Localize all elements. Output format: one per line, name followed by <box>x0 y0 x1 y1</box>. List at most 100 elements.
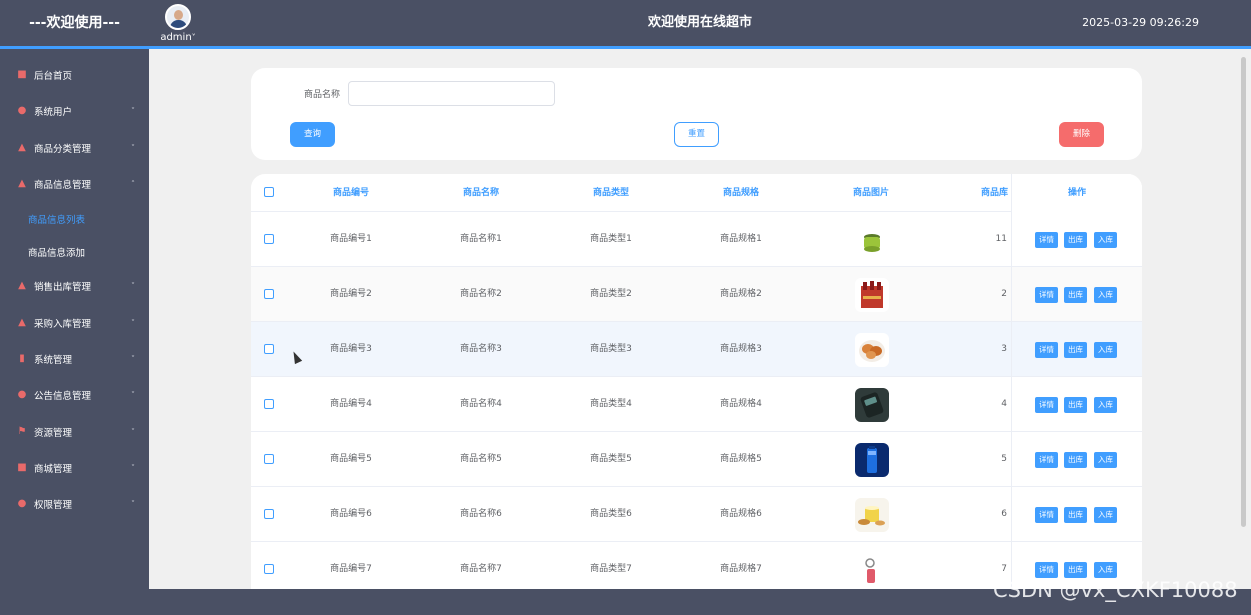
select-all-checkbox[interactable] <box>264 187 274 197</box>
table-row[interactable]: 商品编号3 商品名称3 商品类型3 商品规格3 3 详情 出库 入库 <box>251 322 1142 377</box>
avatar[interactable] <box>165 4 191 30</box>
sidebar-item-permission-mgmt[interactable]: ● 权限管理 ˅ <box>0 486 149 522</box>
sidebar-item-label: 采购入库管理 <box>34 318 92 330</box>
cell-type: 商品类型2 <box>590 289 632 299</box>
user-icon: ● <box>17 498 27 510</box>
sidebar-item-label: 权限管理 <box>34 500 73 512</box>
sidebar-item-label: 后台首页 <box>34 71 73 83</box>
column-header[interactable]: 商品名称 <box>421 174 541 212</box>
cell-type: 商品类型1 <box>590 234 632 244</box>
cell-code: 商品编号7 <box>330 564 372 574</box>
product-image[interactable] <box>855 223 889 257</box>
search-label: 商品名称 <box>304 90 341 100</box>
column-header[interactable]: 商品图片 <box>811 174 931 212</box>
monitor-icon: ■ <box>17 461 27 473</box>
cell-type: 商品类型5 <box>590 454 632 464</box>
reset-button[interactable]: 重置 <box>674 122 719 147</box>
row-checkbox[interactable] <box>264 289 274 299</box>
cell-stock: 6 <box>1001 509 1007 519</box>
username-label[interactable]: admin˅ <box>160 32 196 43</box>
cell-name: 商品名称6 <box>460 509 502 519</box>
cell-type: 商品类型4 <box>590 399 632 409</box>
table-row[interactable]: 商品编号2 商品名称2 商品类型2 商品规格2 2 详情 出库 入库 <box>251 267 1142 322</box>
chevron-down-icon: ˅ <box>131 106 135 116</box>
cell-stock: 4 <box>1001 399 1007 409</box>
sidebar-item-label: 资源管理 <box>34 427 73 439</box>
username-text: admin <box>160 32 192 43</box>
sidebar-item-label: 商城管理 <box>34 463 73 475</box>
caret-down-icon: ˅ <box>191 33 196 42</box>
user-menu[interactable]: admin˅ <box>160 4 196 43</box>
product-image[interactable] <box>855 553 889 587</box>
product-table: 商品编号 商品名称 商品类型 商品规格 商品图片 商品库 操作 商品编号1 商品… <box>251 174 1142 589</box>
cell-spec: 商品规格4 <box>720 399 762 409</box>
column-header[interactable]: 商品规格 <box>681 174 801 212</box>
vertical-scrollbar[interactable] <box>1238 49 1251 589</box>
row-checkbox[interactable] <box>264 399 274 409</box>
chevron-down-icon: ˅ <box>131 499 135 509</box>
info-icon: ● <box>17 389 27 401</box>
cell-code: 商品编号1 <box>330 234 372 244</box>
column-header[interactable]: 商品编号 <box>291 174 411 212</box>
cell-code: 商品编号3 <box>330 344 372 354</box>
table-row[interactable]: 商品编号4 商品名称4 商品类型4 商品规格4 4 详情 出库 入库 <box>251 377 1142 432</box>
table-header: 商品编号 商品名称 商品类型 商品规格 商品图片 商品库 操作 <box>251 174 1142 212</box>
row-checkbox[interactable] <box>264 509 274 519</box>
sidebar-item-notice-mgmt[interactable]: ● 公告信息管理 ˅ <box>0 377 149 413</box>
sidebar-item-mall-mgmt[interactable]: ■ 商城管理 ˅ <box>0 450 149 486</box>
sidebar-item-home[interactable]: ■ 后台首页 <box>0 57 149 93</box>
scrollbar-thumb[interactable] <box>1241 57 1246 527</box>
product-name-input[interactable] <box>348 81 555 106</box>
row-checkbox[interactable] <box>264 234 274 244</box>
cell-spec: 商品规格7 <box>720 564 762 574</box>
chevron-down-icon: ˅ <box>131 281 135 291</box>
sidebar-item-purchase-in[interactable]: ▲ 采购入库管理 ˅ <box>0 304 149 340</box>
row-checkbox[interactable] <box>264 344 274 354</box>
cell-name: 商品名称2 <box>460 289 502 299</box>
sidebar-item-sales-out[interactable]: ▲ 销售出库管理 ˅ <box>0 268 149 304</box>
cell-name: 商品名称7 <box>460 564 502 574</box>
bar-chart-icon: ▮ <box>19 352 25 364</box>
sidebar-subitem-product-add[interactable]: 商品信息添加 <box>0 235 149 268</box>
table-row[interactable]: 商品编号6 商品名称6 商品类型6 商品规格6 6 详情 出库 入库 <box>251 487 1142 542</box>
chart-icon: ▲ <box>18 280 26 292</box>
query-button[interactable]: 查询 <box>290 122 335 147</box>
sidebar-item-system-users[interactable]: ● 系统用户 ˅ <box>0 93 149 129</box>
sidebar-item-label: 销售出库管理 <box>34 282 92 294</box>
sidebar-subitem-product-list[interactable]: 商品信息列表 <box>0 202 149 235</box>
product-image[interactable] <box>855 443 889 477</box>
chevron-down-icon: ˅ <box>131 390 135 400</box>
sidebar-item-product-mgmt[interactable]: ▲ 商品信息管理 ˄ <box>0 166 149 202</box>
sidebar-item-system-mgmt[interactable]: ▮ 系统管理 ˅ <box>0 341 149 377</box>
product-image[interactable] <box>855 388 889 422</box>
cell-stock: 3 <box>1001 344 1007 354</box>
column-header[interactable]: 商品类型 <box>551 174 671 212</box>
page-title: 欢迎使用在线超市 <box>647 15 752 30</box>
actions-column-divider <box>1011 174 1142 589</box>
cell-spec: 商品规格6 <box>720 509 762 519</box>
delete-button[interactable]: 删除 <box>1059 122 1104 147</box>
product-image[interactable] <box>855 278 889 312</box>
cell-type: 商品类型6 <box>590 509 632 519</box>
chevron-down-icon: ˅ <box>131 463 135 473</box>
cell-stock: 5 <box>1001 454 1007 464</box>
cell-spec: 商品规格2 <box>720 289 762 299</box>
chevron-down-icon: ˅ <box>131 318 135 328</box>
row-checkbox[interactable] <box>264 454 274 464</box>
flag-icon: ⚑ <box>17 425 27 437</box>
sidebar-item-label: 商品分类管理 <box>34 143 92 155</box>
table-row[interactable]: 商品编号5 商品名称5 商品类型5 商品规格5 5 详情 出库 入库 <box>251 432 1142 487</box>
cell-code: 商品编号4 <box>330 399 372 409</box>
user-icon: ● <box>17 105 27 117</box>
watermark-text: CSDN @vx_CXKF10088 <box>993 578 1238 602</box>
row-checkbox[interactable] <box>264 564 274 574</box>
chart-icon: ▲ <box>18 178 26 190</box>
product-image[interactable] <box>855 498 889 532</box>
sidebar-item-category-mgmt[interactable]: ▲ 商品分类管理 ˅ <box>0 130 149 166</box>
brand-title: ---欢迎使用--- <box>29 15 120 31</box>
sidebar-item-resource-mgmt[interactable]: ⚑ 资源管理 ˅ <box>0 413 149 449</box>
cell-name: 商品名称3 <box>460 344 502 354</box>
product-image[interactable] <box>855 333 889 367</box>
table-row[interactable]: 商品编号1 商品名称1 商品类型1 商品规格1 11 详情 出库 入库 <box>251 212 1142 267</box>
search-panel: 商品名称 查询 重置 删除 <box>251 68 1142 160</box>
